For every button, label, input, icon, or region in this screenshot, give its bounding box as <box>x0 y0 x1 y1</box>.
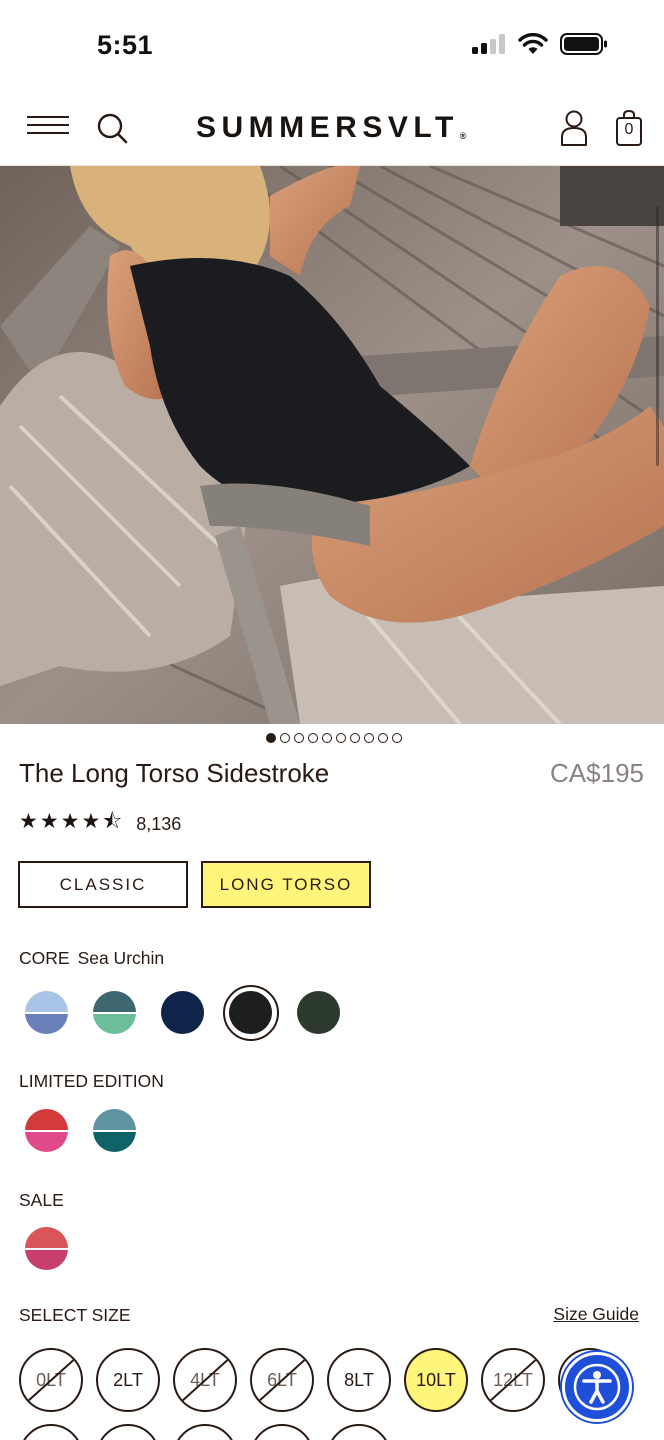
cart-count: 0 <box>624 121 634 138</box>
select-size-label: SELECT SIZE <box>19 1305 131 1325</box>
size-option[interactable] <box>327 1424 391 1440</box>
status-icons <box>472 32 608 56</box>
hamburger-icon[interactable] <box>27 116 69 138</box>
product-image[interactable] <box>0 166 664 724</box>
size-option-0lt[interactable]: 0LT <box>19 1348 83 1412</box>
user-icon[interactable] <box>560 109 588 147</box>
carousel-dot[interactable] <box>280 733 290 743</box>
size-option[interactable] <box>19 1424 83 1440</box>
size-option[interactable] <box>96 1424 160 1440</box>
core-color-swatch[interactable] <box>229 991 272 1034</box>
selected-color-name: Sea Urchin <box>77 948 165 968</box>
carousel-dot[interactable] <box>322 733 332 743</box>
carousel-dots <box>0 733 664 747</box>
star-rating-icon: ★★★★⯪ <box>19 810 125 833</box>
battery-icon <box>560 33 607 55</box>
size-option-12lt[interactable]: 12LT <box>481 1348 545 1412</box>
carousel-dot[interactable] <box>266 733 276 743</box>
core-heading: CORE <box>19 948 70 968</box>
brand-logo[interactable]: SUMMERSVLT® <box>196 111 466 145</box>
carousel-dot[interactable] <box>336 733 346 743</box>
core-color-label: CORE Sea Urchin <box>19 948 164 969</box>
carousel-dot[interactable] <box>294 733 304 743</box>
size-option[interactable] <box>173 1424 237 1440</box>
accessibility-button[interactable] <box>562 1352 632 1422</box>
fit-classic-button[interactable]: CLASSIC <box>18 861 188 908</box>
carousel-dot[interactable] <box>392 733 402 743</box>
size-option-2lt[interactable]: 2LT <box>96 1348 160 1412</box>
site-header: SUMMERSVLT® 0 <box>0 92 664 166</box>
status-bar: 5:51 <box>0 0 664 92</box>
sale-color-swatch[interactable] <box>25 1227 68 1270</box>
size-option-10lt[interactable]: 10LT <box>404 1348 468 1412</box>
core-color-swatch[interactable] <box>297 991 340 1034</box>
product-title: The Long Torso Sidestroke <box>19 758 330 788</box>
size-option-4lt[interactable]: 4LT <box>173 1348 237 1412</box>
search-icon[interactable] <box>96 112 128 144</box>
signal-icon <box>472 34 505 54</box>
carousel-dot[interactable] <box>378 733 388 743</box>
core-color-swatch[interactable] <box>25 991 68 1034</box>
size-option[interactable] <box>250 1424 314 1440</box>
carousel-dot[interactable] <box>350 733 360 743</box>
size-option-6lt[interactable]: 6LT <box>250 1348 314 1412</box>
core-color-swatch[interactable] <box>93 991 136 1034</box>
carousel-dot[interactable] <box>364 733 374 743</box>
status-time: 5:51 <box>97 30 154 60</box>
carousel-dot[interactable] <box>308 733 318 743</box>
core-color-swatch[interactable] <box>161 991 204 1034</box>
review-count: 8,136 <box>136 814 182 834</box>
limited-color-swatch[interactable] <box>25 1109 68 1152</box>
product-rating[interactable]: ★★★★⯪ 8,136 <box>19 807 181 842</box>
size-option-8lt[interactable]: 8LT <box>327 1348 391 1412</box>
wifi-icon <box>518 33 548 54</box>
limited-edition-label: LIMITED EDITION <box>19 1071 164 1091</box>
accessibility-icon <box>573 1363 621 1411</box>
product-price: CA$195 <box>550 758 644 788</box>
shopping-bag-icon[interactable]: 0 <box>616 109 642 146</box>
sale-label: SALE <box>19 1190 64 1210</box>
fit-long-torso-button[interactable]: LONG TORSO <box>201 861 371 908</box>
size-guide-link[interactable]: Size Guide <box>553 1304 639 1325</box>
limited-color-swatch[interactable] <box>93 1109 136 1152</box>
